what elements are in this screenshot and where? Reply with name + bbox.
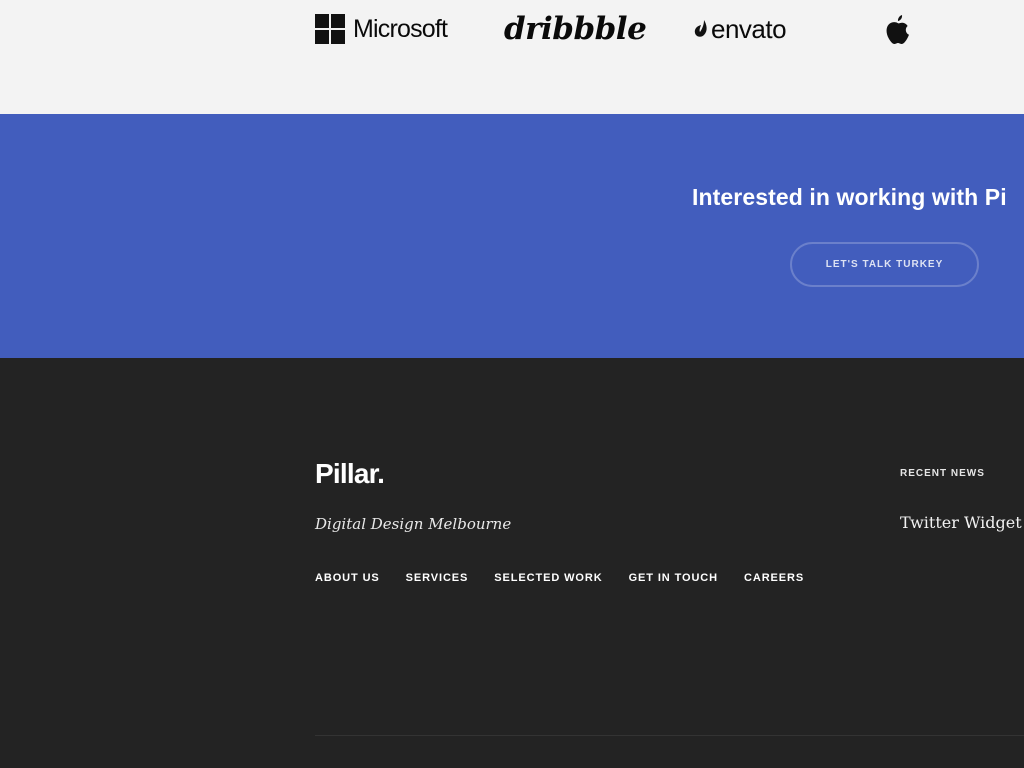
dribbble-logo: dribbble (504, 11, 647, 47)
footer-tagline: Digital Design Melbourne (315, 515, 512, 533)
footer-nav-services[interactable]: SERVICES (406, 572, 469, 584)
footer-divider (315, 735, 1024, 736)
lets-talk-button[interactable]: LET'S TALK TURKEY (790, 242, 979, 287)
footer-nav-selected-work[interactable]: SELECTED WORK (494, 572, 602, 584)
microsoft-windows-icon (315, 14, 345, 44)
apple-icon (886, 15, 909, 45)
microsoft-logo: Microsoft (315, 12, 448, 46)
site-footer: Pillar. Digital Design Melbourne ABOUT U… (0, 358, 1024, 768)
cta-heading: Interested in working with Pi (692, 184, 1007, 210)
footer-nav: ABOUT US SERVICES SELECTED WORK GET IN T… (315, 572, 804, 584)
envato-logo: envato (694, 12, 787, 46)
cta-banner: Interested in working with Pi LET'S TALK… (0, 114, 1024, 358)
client-logos-strip: Microsoft dribbble envato (0, 0, 1024, 114)
dribbble-wordmark: dribbble (504, 11, 647, 47)
footer-nav-about-us[interactable]: ABOUT US (315, 572, 380, 584)
envato-leaf-icon (694, 20, 707, 37)
footer-brand-logo[interactable]: Pillar. (315, 458, 385, 490)
apple-logo (885, 13, 911, 47)
footer-nav-careers[interactable]: CAREERS (744, 572, 804, 584)
recent-news-heading: RECENT NEWS (900, 468, 985, 479)
envato-wordmark: envato (711, 13, 787, 44)
footer-nav-get-in-touch[interactable]: GET IN TOUCH (629, 572, 718, 584)
twitter-widget-placeholder: Twitter Widget (900, 513, 1022, 532)
microsoft-wordmark: Microsoft (353, 14, 448, 43)
